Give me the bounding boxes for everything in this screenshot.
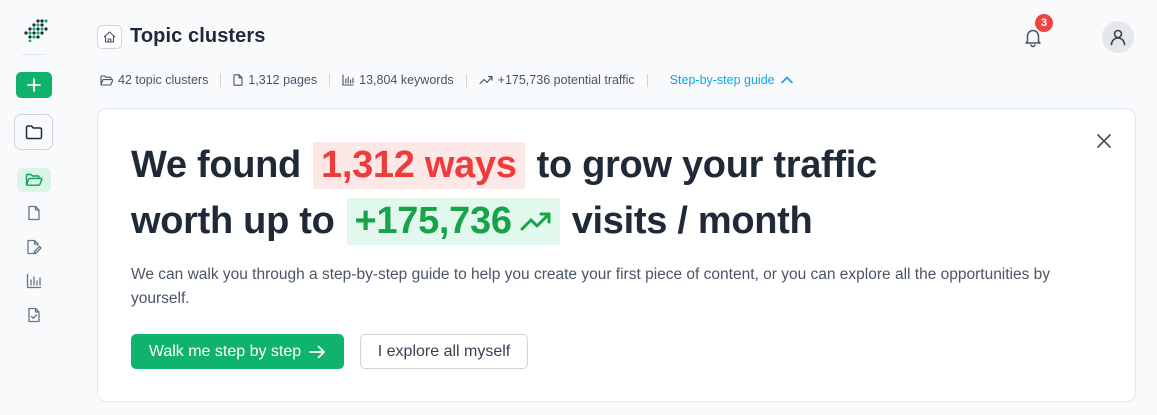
arrow-right-icon	[309, 345, 326, 358]
logo-icon[interactable]	[22, 18, 48, 43]
sidebar-item-analytics[interactable]	[17, 269, 51, 293]
file-icon	[233, 74, 243, 86]
sidebar	[0, 0, 68, 415]
trending-up-icon	[520, 212, 551, 231]
stat-separator	[646, 73, 648, 87]
plus-icon	[27, 78, 41, 92]
home-icon	[103, 31, 116, 43]
file-edit-icon	[27, 239, 42, 255]
stat-label: 1,312 pages	[248, 73, 318, 87]
folder-open-icon	[25, 173, 43, 186]
stat-traffic: +175,736 potential traffic	[479, 73, 635, 87]
stat-label: +175,736 potential traffic	[497, 73, 635, 87]
user-icon	[1110, 29, 1126, 46]
stat-keywords: 13,804 keywords	[342, 73, 454, 87]
file-check-icon	[28, 307, 40, 323]
stat-label: 13,804 keywords	[359, 73, 454, 87]
home-button[interactable]	[97, 25, 122, 49]
card-description: We can walk you through a step-by-step g…	[131, 266, 1051, 307]
notification-badge: 3	[1035, 14, 1053, 32]
sidebar-item-pages[interactable]	[17, 201, 51, 225]
walk-me-step-by-step-button[interactable]: Walk me step by step	[131, 334, 344, 369]
headline-text: We found	[131, 143, 301, 186]
headline-text: worth up to	[131, 199, 335, 242]
add-button[interactable]	[16, 72, 52, 98]
bar-chart-icon	[26, 273, 42, 289]
onboarding-card: We found 1,312 ways to grow your traffic…	[97, 108, 1136, 402]
sidebar-divider	[22, 54, 46, 55]
headline-line-2: worth up to +175,736 visits / month	[131, 197, 813, 245]
folder-button[interactable]	[14, 114, 53, 150]
close-icon	[1097, 134, 1111, 148]
user-menu-button[interactable]	[1102, 21, 1134, 53]
headline-text: visits / month	[571, 199, 813, 242]
stats-bar: 42 topic clusters 1,312 pages 13,804 key…	[100, 71, 793, 89]
stat-label: 42 topic clusters	[118, 73, 209, 87]
headline-line-1: We found 1,312 ways to grow your traffic	[131, 141, 877, 189]
file-icon	[28, 205, 40, 221]
folder-icon	[25, 125, 42, 140]
traffic-value: +175,736	[354, 199, 512, 242]
explore-all-myself-button[interactable]: I explore all myself	[360, 334, 528, 369]
close-button[interactable]	[1095, 132, 1113, 150]
stat-pages: 1,312 pages	[233, 73, 317, 87]
sidebar-item-checklist[interactable]	[17, 303, 51, 327]
stat-separator	[465, 73, 467, 87]
stat-topic-clusters: 42 topic clusters	[100, 73, 208, 87]
page-title: Topic clusters	[130, 25, 266, 47]
sidebar-item-topic-clusters[interactable]	[17, 168, 51, 192]
headline-text: to grow your traffic	[536, 143, 878, 186]
stat-separator	[220, 73, 222, 87]
stat-separator	[329, 73, 331, 87]
chevron-up-icon	[780, 76, 793, 84]
ways-highlight: 1,312 ways	[312, 141, 525, 189]
step-by-step-guide-link[interactable]: Step-by-step guide	[670, 73, 793, 87]
button-label: Walk me step by step	[148, 342, 302, 360]
button-label: I explore all myself	[377, 342, 511, 360]
guide-link-label: Step-by-step guide	[669, 73, 775, 87]
sidebar-item-editor[interactable]	[17, 235, 51, 259]
bar-chart-icon	[342, 74, 354, 86]
trending-up-icon	[479, 75, 493, 85]
traffic-highlight: +175,736	[346, 197, 560, 245]
folder-icon	[100, 74, 113, 86]
